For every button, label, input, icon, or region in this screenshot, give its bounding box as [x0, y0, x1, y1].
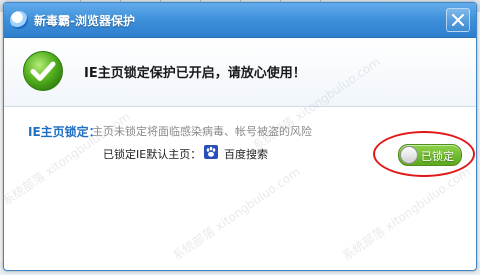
- toggle-knob: [400, 146, 418, 164]
- close-icon: [452, 14, 464, 26]
- homepage-lock-toggle[interactable]: 已锁定: [398, 144, 462, 166]
- baidu-paw-icon: [204, 145, 218, 159]
- shield-logo-icon: [10, 11, 28, 29]
- status-banner: IE主页锁定保护已开启，请放心使用！: [4, 38, 476, 107]
- settings-content: IE主页锁定： 主页未锁定将面临感染病毒、帐号被盗的风险 已锁定IE默认主页： …: [4, 107, 476, 270]
- checkmark-icon: [23, 51, 63, 91]
- toggle-label: 已锁定: [421, 150, 454, 163]
- locked-homepage-label: 已锁定IE默认主页：: [103, 148, 202, 161]
- homepage-lock-description: 主页未锁定将面临感染病毒、帐号被盗的风险: [92, 125, 312, 138]
- browser-protection-dialog: 新毒霸-浏览器保护 IE主页锁定保护已开启，请放心使用！ IE主页锁定： 主页未…: [3, 2, 477, 271]
- close-button[interactable]: [446, 8, 470, 32]
- homepage-lock-label: IE主页锁定：: [28, 125, 101, 139]
- window-title: 新毒霸-浏览器保护: [34, 14, 135, 28]
- status-message: IE主页锁定保护已开启，请放心使用！: [84, 66, 306, 81]
- title-bar[interactable]: 新毒霸-浏览器保护: [4, 3, 476, 38]
- locked-homepage-value: 百度搜索: [224, 148, 268, 161]
